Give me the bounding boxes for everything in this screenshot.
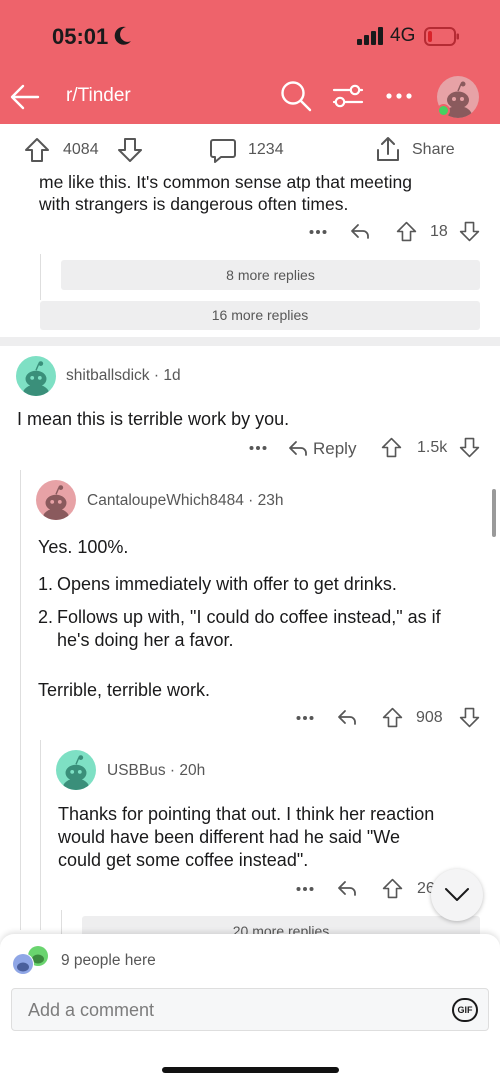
comment-age: · 20h — [169, 762, 206, 779]
moon-icon — [114, 26, 131, 45]
thread-line — [20, 470, 21, 930]
online-status-dot — [437, 104, 450, 117]
more-options-icon[interactable] — [296, 715, 314, 721]
comment-body: Thanks for pointing that out. I think he… — [58, 804, 435, 824]
sort-filter-icon[interactable] — [332, 82, 364, 110]
post-score: 4084 — [63, 141, 99, 158]
comment-score: 18 — [430, 223, 448, 240]
post-action-bar: 4084 1234 Share — [0, 124, 500, 176]
comment-age: · 1d — [153, 367, 181, 384]
add-comment-input[interactable]: Add a comment GIF — [11, 988, 489, 1031]
downvote-icon[interactable] — [459, 437, 480, 458]
upvote-icon[interactable] — [381, 437, 402, 458]
more-replies-button[interactable]: 16 more replies — [40, 301, 480, 330]
more-options-icon[interactable] — [309, 229, 327, 235]
comment-score: 908 — [416, 709, 443, 726]
reply-icon — [289, 441, 307, 456]
reply-icon[interactable] — [349, 221, 371, 241]
more-options-icon[interactable] — [249, 445, 267, 451]
scroll-down-button[interactable] — [431, 869, 483, 921]
comment-body: Terrible, terrible work. — [38, 680, 211, 700]
more-options-icon[interactable] — [296, 886, 314, 892]
more-options-icon[interactable] — [386, 92, 412, 100]
add-comment-placeholder: Add a comment — [28, 1000, 155, 1020]
search-icon[interactable] — [280, 80, 312, 112]
username-text[interactable]: shitballsdick — [66, 367, 150, 384]
comment-body: Yes. 100%. — [38, 537, 129, 557]
list-item-number: 1. — [38, 574, 54, 594]
reply-icon[interactable] — [336, 878, 358, 898]
gif-icon[interactable]: GIF — [452, 998, 478, 1022]
comment-username[interactable]: USBBus · 20h — [107, 762, 205, 780]
home-indicator[interactable] — [162, 1067, 339, 1073]
reply-label: Reply — [313, 439, 357, 458]
subreddit-title[interactable]: r/Tinder — [66, 85, 131, 107]
thread-separator — [0, 337, 500, 346]
upvote-icon[interactable] — [382, 707, 403, 728]
back-arrow-icon[interactable] — [8, 80, 42, 114]
commenter-avatar[interactable] — [56, 750, 96, 790]
comment-bubble-icon[interactable] — [209, 137, 237, 165]
thread-line — [61, 910, 62, 934]
scrollbar[interactable] — [492, 489, 496, 537]
downvote-icon[interactable] — [459, 707, 480, 728]
downvote-icon[interactable] — [117, 137, 143, 163]
thread-line — [40, 740, 41, 930]
comment-count[interactable]: 1234 — [248, 141, 284, 159]
username-text[interactable]: CantaloupeWhich8484 — [87, 492, 244, 509]
share-icon[interactable] — [375, 135, 401, 163]
battery-icon — [424, 27, 459, 46]
comment-body: would have been different had he said "W… — [58, 827, 400, 847]
upvote-icon[interactable] — [24, 137, 50, 163]
chevron-down-icon — [445, 888, 469, 901]
comment-body: could get some coffee instead". — [58, 850, 309, 870]
people-avatars-icon — [12, 946, 48, 975]
comment-username[interactable]: CantaloupeWhich8484 · 23h — [87, 492, 284, 510]
share-label[interactable]: Share — [412, 141, 455, 159]
commenter-avatar[interactable] — [16, 356, 56, 396]
commenter-avatar[interactable] — [36, 480, 76, 520]
list-item-number: 2. — [38, 607, 54, 627]
status-time: 05:01 — [52, 24, 109, 49]
list-item: Follows up with, "I could do coffee inst… — [57, 607, 441, 627]
list-item: Opens immediately with offer to get drin… — [57, 574, 397, 594]
network-type: 4G — [390, 25, 416, 46]
thread-line — [40, 254, 41, 300]
downvote-icon[interactable] — [459, 221, 480, 242]
list-item: he's doing her a favor. — [57, 630, 234, 650]
app-header: 05:01 4G r/Tinder — [0, 0, 500, 124]
comment-text-line: me like this. It's common sense atp that… — [39, 172, 412, 192]
people-here-count: 9 people here — [61, 952, 156, 969]
reply-icon[interactable] — [336, 707, 358, 727]
comment-username[interactable]: shitballsdick · 1d — [66, 367, 181, 385]
comment-age: · 23h — [248, 492, 284, 509]
comment-text-line: with strangers is dangerous often times. — [39, 194, 349, 214]
upvote-icon[interactable] — [396, 221, 417, 242]
username-text[interactable]: USBBus — [107, 762, 166, 779]
more-replies-button[interactable]: 8 more replies — [61, 260, 480, 290]
signal-icon — [357, 27, 383, 45]
comment-score: 1.5k — [417, 439, 448, 456]
upvote-icon[interactable] — [382, 878, 403, 899]
comment-body: I mean this is terrible work by you. — [17, 409, 290, 429]
